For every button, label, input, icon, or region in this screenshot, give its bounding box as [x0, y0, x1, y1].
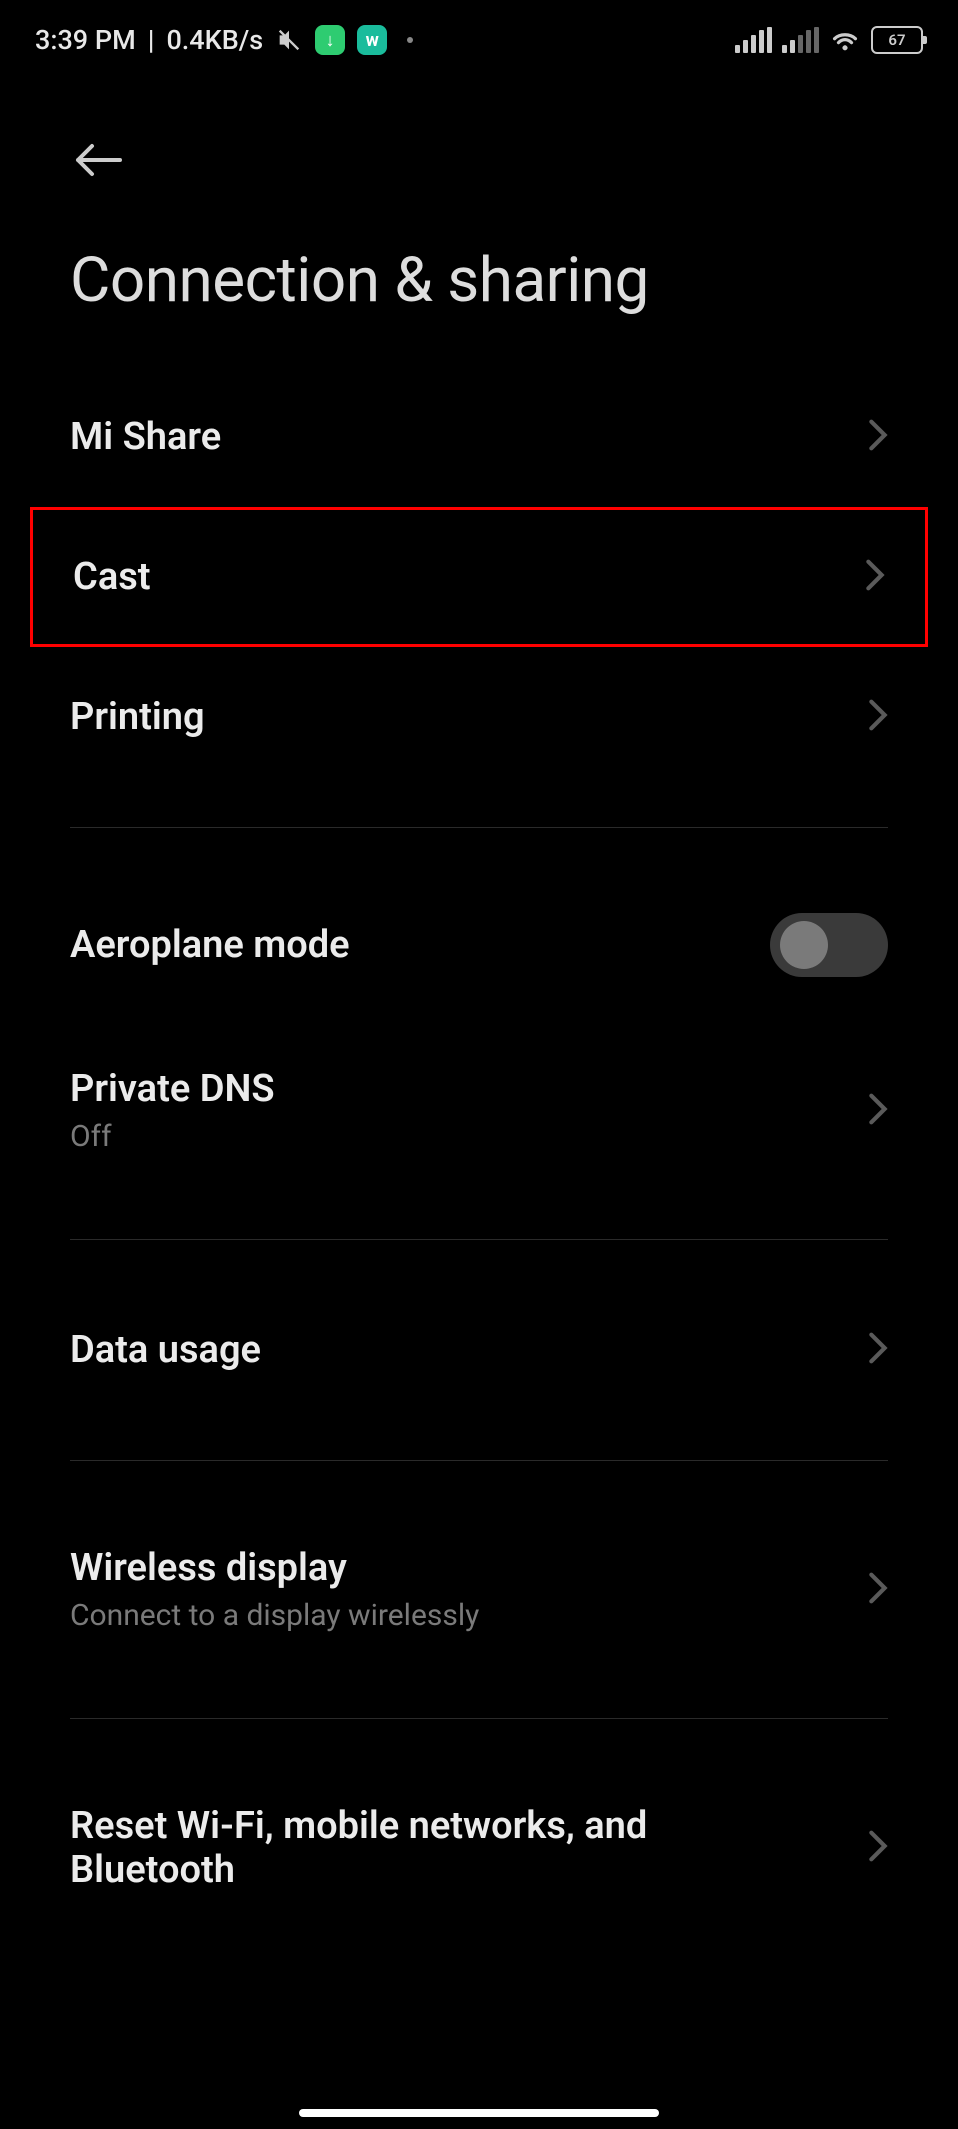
- wifi-icon: [829, 27, 861, 53]
- back-button[interactable]: [70, 140, 888, 184]
- arrow-left-icon: [70, 140, 124, 180]
- download-app-icon: ↓: [315, 25, 345, 55]
- divider: [70, 1718, 888, 1719]
- setting-mi-share[interactable]: Mi Share: [0, 367, 958, 507]
- setting-value: Off: [70, 1119, 275, 1154]
- chevron-right-icon: [868, 1571, 888, 1609]
- divider: [70, 1460, 888, 1461]
- mute-icon: [275, 26, 303, 54]
- chevron-right-icon: [868, 1092, 888, 1130]
- battery-icon: 67: [871, 26, 923, 54]
- chevron-right-icon: [868, 1331, 888, 1369]
- w-app-icon: w: [357, 25, 387, 55]
- chevron-right-icon: [865, 558, 885, 596]
- chevron-right-icon: [868, 418, 888, 456]
- signal-sim2-icon: [782, 27, 819, 53]
- setting-wireless-display[interactable]: Wireless display Connect to a display wi…: [0, 1501, 958, 1678]
- setting-reset-networks[interactable]: Reset Wi-Fi, mobile networks, and Blueto…: [0, 1759, 958, 1937]
- status-left: 3:39 PM | 0.4KB/s ↓ w: [35, 24, 413, 56]
- setting-label: Printing: [70, 695, 205, 739]
- signal-sim1-icon: [735, 27, 772, 53]
- separator: |: [148, 24, 155, 56]
- header: Connection & sharing: [0, 80, 958, 317]
- setting-label: Aeroplane mode: [70, 923, 350, 967]
- setting-aeroplane-mode[interactable]: Aeroplane mode: [0, 868, 958, 1022]
- chevron-right-icon: [868, 698, 888, 736]
- toggle-knob-icon: [780, 921, 828, 969]
- setting-private-dns[interactable]: Private DNS Off: [0, 1022, 958, 1199]
- home-indicator[interactable]: [299, 2109, 659, 2117]
- page-title: Connection & sharing: [70, 244, 888, 317]
- settings-list: Mi Share Cast Printing Aeroplane mode: [0, 317, 958, 1937]
- setting-label: Mi Share: [70, 415, 221, 459]
- more-indicator-icon: [407, 37, 413, 43]
- setting-label: Reset Wi-Fi, mobile networks, and Blueto…: [70, 1804, 770, 1892]
- setting-label: Cast: [73, 555, 151, 599]
- chevron-right-icon: [868, 1829, 888, 1867]
- setting-cast[interactable]: Cast: [30, 507, 928, 647]
- battery-level: 67: [888, 31, 905, 49]
- setting-sublabel: Connect to a display wirelessly: [70, 1598, 479, 1633]
- setting-data-usage[interactable]: Data usage: [0, 1280, 958, 1420]
- status-time: 3:39 PM: [35, 24, 136, 56]
- setting-label: Private DNS: [70, 1067, 275, 1111]
- setting-printing[interactable]: Printing: [0, 647, 958, 787]
- setting-label: Data usage: [70, 1328, 261, 1372]
- status-data-rate: 0.4KB/s: [166, 24, 263, 56]
- setting-label: Wireless display: [70, 1546, 479, 1590]
- aeroplane-mode-toggle[interactable]: [770, 913, 888, 977]
- status-bar: 3:39 PM | 0.4KB/s ↓ w: [0, 0, 958, 80]
- divider: [70, 1239, 888, 1240]
- divider: [70, 827, 888, 828]
- status-right: 67: [735, 26, 923, 54]
